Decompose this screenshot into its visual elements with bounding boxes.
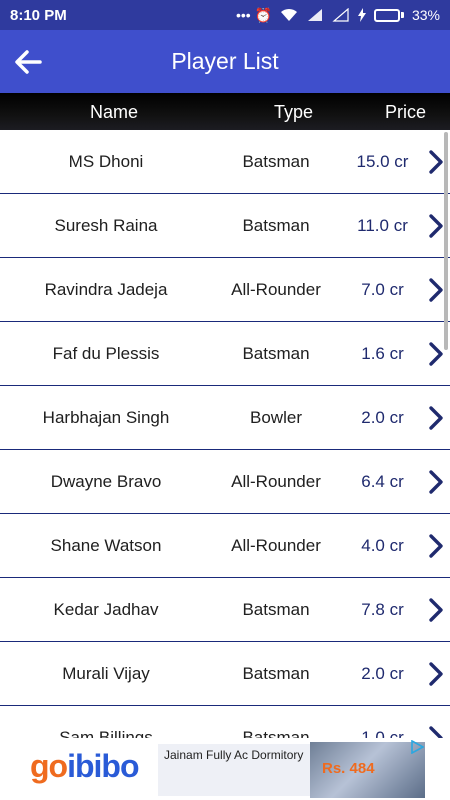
status-indicators: ••• ⏰ (235, 6, 272, 23)
scrollbar-thumb[interactable] (444, 132, 448, 350)
column-header-type: Type (274, 102, 314, 122)
player-price: 2.0 cr (361, 664, 404, 683)
table-row[interactable]: Sam Billings Batsman 1.0 cr (0, 706, 450, 738)
player-type: Batsman (242, 344, 310, 363)
player-name: Faf du Plessis (52, 344, 160, 363)
player-name: Harbhajan Singh (42, 408, 170, 427)
player-name: Suresh Raina (54, 216, 158, 235)
player-type: Batsman (242, 728, 310, 738)
chevron-right-icon[interactable] (426, 725, 446, 738)
ad-brand-logo[interactable]: goibibo (30, 748, 140, 785)
ad-banner[interactable]: goibibo Jainam Fully Ac Dormitory Rs. 48… (0, 738, 450, 800)
chevron-right-icon[interactable] (426, 213, 446, 239)
adchoices-icon[interactable] (410, 740, 424, 754)
player-type: All-Rounder (231, 472, 321, 491)
table-row[interactable]: Suresh Raina Batsman 11.0 cr (0, 194, 450, 258)
table-row[interactable]: Murali Vijay Batsman 2.0 cr (0, 642, 450, 706)
player-type: All-Rounder (231, 280, 321, 299)
page-title: Player List (171, 48, 279, 74)
player-name: Murali Vijay (62, 664, 150, 683)
player-type: Batsman (242, 216, 310, 235)
ad-price[interactable]: Rs. 484 (322, 760, 375, 777)
player-type: Batsman (242, 152, 310, 171)
player-name: Dwayne Bravo (50, 472, 162, 491)
status-time: 8:10 PM (10, 6, 67, 24)
player-price: 4.0 cr (361, 536, 404, 555)
wifi-icon (280, 8, 297, 21)
player-name: Sam Billings (59, 728, 153, 738)
player-name: Shane Watson (50, 536, 162, 555)
ad-text[interactable]: Jainam Fully Ac Dormitory (158, 744, 310, 796)
app-bar: Player List (0, 30, 450, 93)
battery-percent: 33% (411, 7, 440, 23)
player-name: Ravindra Jadeja (44, 280, 168, 299)
status-icons: ••• ⏰ 33% (236, 7, 440, 24)
player-price: 6.4 cr (361, 472, 404, 491)
chevron-right-icon[interactable] (426, 277, 446, 303)
chevron-right-icon[interactable] (426, 533, 446, 559)
chevron-right-icon[interactable] (426, 469, 446, 495)
player-price: 1.6 cr (361, 344, 404, 363)
player-list[interactable]: MS Dhoni Batsman 15.0 cr Suresh Raina Batsma… (0, 130, 450, 738)
player-price: 2.0 cr (361, 408, 404, 427)
player-type: Bowler (250, 408, 302, 427)
table-row[interactable]: Faf du Plessis Batsman 1.6 cr (0, 322, 450, 386)
player-price: 7.0 cr (361, 280, 404, 299)
table-row[interactable]: Ravindra Jadeja All-Rounder 7.0 cr (0, 258, 450, 322)
player-name: MS Dhoni (68, 152, 144, 171)
player-name: Kedar Jadhav (53, 600, 159, 619)
player-type: Batsman (242, 600, 310, 619)
table-row[interactable]: MS Dhoni Batsman 15.0 cr (0, 130, 450, 194)
chevron-right-icon[interactable] (426, 149, 446, 175)
table-row[interactable]: Shane Watson All-Rounder 4.0 cr (0, 514, 450, 578)
player-price: 7.8 cr (361, 600, 404, 619)
chevron-right-icon[interactable] (426, 597, 446, 623)
back-arrow-icon[interactable] (10, 44, 46, 80)
status-bar: 8:10 PM ••• ⏰ 33% (0, 0, 450, 30)
charging-icon (357, 8, 366, 22)
player-type: Batsman (242, 664, 310, 683)
table-row[interactable]: Harbhajan Singh Bowler 2.0 cr (0, 386, 450, 450)
chevron-right-icon[interactable] (426, 341, 446, 367)
player-price: 11.0 cr (357, 216, 408, 235)
battery-icon (373, 8, 404, 22)
signal-icon (307, 9, 322, 21)
column-header-price: Price (385, 102, 427, 122)
chevron-right-icon[interactable] (426, 661, 446, 687)
player-price: 15.0 cr (356, 152, 409, 171)
column-header-name: Name (90, 102, 139, 122)
table-row[interactable]: Kedar Jadhav Batsman 7.8 cr (0, 578, 450, 642)
signal-off-icon (332, 8, 349, 22)
player-price: 1.0 cr (361, 728, 404, 738)
table-row[interactable]: Dwayne Bravo All-Rounder 6.4 cr (0, 450, 450, 514)
player-type: All-Rounder (231, 536, 321, 555)
chevron-right-icon[interactable] (426, 405, 446, 431)
table-header: Name Type Price (0, 93, 450, 130)
